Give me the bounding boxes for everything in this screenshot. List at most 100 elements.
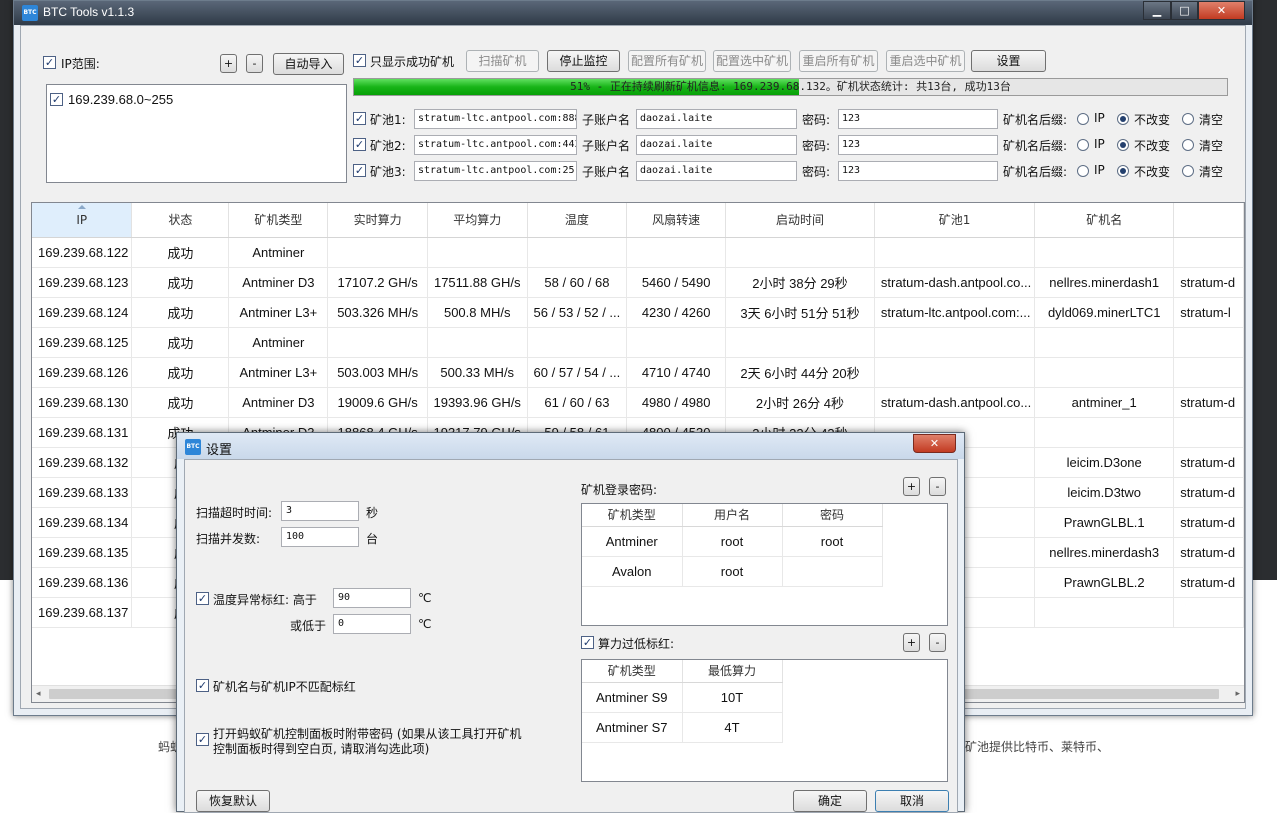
- login-table-header-0[interactable]: 矿机类型: [582, 504, 683, 527]
- pool-1-url-input[interactable]: stratum-ltc.antpool.com:8888: [414, 109, 577, 129]
- hashrate-table-cell[interactable]: 4T: [682, 712, 783, 743]
- hashrate-table-header-0[interactable]: 矿机类型: [582, 660, 683, 683]
- open-panel-password-checkbox[interactable]: ✓: [196, 733, 209, 746]
- login-table-row[interactable]: Antminer root root: [582, 526, 883, 557]
- hashrate-table-cell[interactable]: Antminer S9: [582, 682, 683, 713]
- config-selected-button[interactable]: 配置选中矿机: [713, 50, 791, 72]
- settings-close-button[interactable]: ✕: [913, 434, 956, 453]
- column-header-8[interactable]: 矿池1: [874, 203, 1036, 238]
- column-header-9[interactable]: 矿机名: [1034, 203, 1175, 238]
- column-header-1[interactable]: 状态: [131, 203, 230, 238]
- pool-2-url-input[interactable]: stratum-ltc.antpool.com:443: [414, 135, 577, 155]
- pool-1-subaccount-input[interactable]: daozai.laite: [636, 109, 797, 129]
- table-row[interactable]: 169.239.68.125 成功 Antminer: [32, 327, 1244, 358]
- hashrate-table-row[interactable]: Antminer S9 10T: [582, 682, 783, 713]
- ip-range-entry-checkbox[interactable]: ✓: [50, 93, 63, 106]
- pool-3-suffix-radio-1[interactable]: [1117, 165, 1129, 177]
- column-header-10[interactable]: [1173, 203, 1244, 238]
- ip-range-checkbox[interactable]: ✓: [43, 56, 56, 69]
- table-row[interactable]: 169.239.68.130 成功 Antminer D3 19009.6 GH/s 1…: [32, 387, 1244, 418]
- pool-3-password-input[interactable]: 123: [838, 161, 998, 181]
- settings-title-bar[interactable]: BTC 设置 ✕: [177, 433, 964, 459]
- pool-3-suffix-radio-0[interactable]: [1077, 165, 1089, 177]
- column-header-5[interactable]: 温度: [527, 203, 628, 238]
- pool-2-suffix-radio-2[interactable]: [1182, 139, 1194, 151]
- ip-range-add-button[interactable]: +: [220, 54, 237, 73]
- maximize-button[interactable]: □: [1171, 1, 1198, 20]
- scroll-right-icon[interactable]: ▸: [1235, 689, 1240, 699]
- pool-3-url-input[interactable]: stratum-ltc.antpool.com:25: [414, 161, 577, 181]
- pool-1-suffix-radio-2[interactable]: [1182, 113, 1194, 125]
- settings-button[interactable]: 设置: [971, 50, 1046, 72]
- column-header-0[interactable]: IP: [32, 203, 133, 238]
- hashrate-add-button[interactable]: +: [903, 633, 920, 652]
- ip-range-remove-button[interactable]: -: [246, 54, 263, 73]
- ip-range-list[interactable]: ✓ 169.239.68.0~255: [46, 84, 347, 183]
- low-hashrate-table[interactable]: 矿机类型 最低算力 Antminer S9 10T Antminer S7 4T: [581, 659, 948, 782]
- login-password-table[interactable]: 矿机类型 用户名 密码 Antminer root root Avalon root: [581, 503, 948, 626]
- restart-selected-button[interactable]: 重启选中矿机: [886, 50, 965, 72]
- title-bar[interactable]: BTC BTC Tools v1.1.3 ▁ □ ✕: [14, 1, 1252, 25]
- pool-2-password-input[interactable]: 123: [838, 135, 998, 155]
- config-all-button[interactable]: 配置所有矿机: [628, 50, 706, 72]
- login-table-cell[interactable]: root: [682, 556, 783, 587]
- pool-2-suffix-radio-1[interactable]: [1117, 139, 1129, 151]
- pool-2-suffix-radio-0[interactable]: [1077, 139, 1089, 151]
- login-table-row[interactable]: Avalon root: [582, 556, 883, 587]
- scroll-left-icon[interactable]: ◂: [36, 689, 41, 699]
- minimize-button[interactable]: ▁: [1143, 1, 1171, 20]
- stop-monitor-button[interactable]: 停止监控: [547, 50, 620, 72]
- only-success-checkbox[interactable]: ✓: [353, 54, 366, 67]
- table-cell: 169.239.68.137: [32, 597, 133, 628]
- restart-all-button[interactable]: 重启所有矿机: [799, 50, 878, 72]
- table-row[interactable]: 169.239.68.122 成功 Antminer: [32, 237, 1244, 268]
- pool-1-password-input[interactable]: 123: [838, 109, 998, 129]
- pool-3-suffix-radio-2[interactable]: [1182, 165, 1194, 177]
- table-row[interactable]: 169.239.68.126 成功 Antminer L3+ 503.003 MH/s…: [32, 357, 1244, 388]
- login-table-cell[interactable]: root: [682, 526, 783, 557]
- ok-button[interactable]: 确定: [793, 790, 867, 812]
- login-table-cell[interactable]: Avalon: [582, 556, 683, 587]
- temp-alert-checkbox[interactable]: ✓: [196, 592, 209, 605]
- cancel-button[interactable]: 取消: [875, 790, 949, 812]
- hashrate-table-cell[interactable]: Antminer S7: [582, 712, 683, 743]
- column-header-2[interactable]: 矿机类型: [228, 203, 329, 238]
- login-add-button[interactable]: +: [903, 477, 920, 496]
- pool-1-suffix-radio-1[interactable]: [1117, 113, 1129, 125]
- hashrate-table-cell[interactable]: 10T: [682, 682, 783, 713]
- hashrate-table-row[interactable]: Antminer S7 4T: [582, 712, 783, 743]
- login-remove-button[interactable]: -: [929, 477, 946, 496]
- auto-import-button[interactable]: 自动导入: [273, 53, 344, 75]
- pool-1-suffix-radio-0[interactable]: [1077, 113, 1089, 125]
- login-table-cell[interactable]: [782, 556, 883, 587]
- login-table-header-2[interactable]: 密码: [782, 504, 883, 527]
- temp-high-input[interactable]: 90: [333, 588, 411, 608]
- login-table-cell[interactable]: root: [782, 526, 883, 557]
- scan-miners-button[interactable]: 扫描矿机: [466, 50, 539, 72]
- hashrate-remove-button[interactable]: -: [929, 633, 946, 652]
- low-hashrate-checkbox[interactable]: ✓: [581, 636, 594, 649]
- table-row[interactable]: 169.239.68.123 成功 Antminer D3 17107.2 GH/s 1…: [32, 267, 1244, 298]
- pool-2-checkbox[interactable]: ✓: [353, 138, 366, 151]
- column-header-4[interactable]: 平均算力: [427, 203, 528, 238]
- login-table-header-1[interactable]: 用户名: [682, 504, 783, 527]
- column-header-7[interactable]: 启动时间: [725, 203, 875, 238]
- close-button[interactable]: ✕: [1198, 1, 1245, 20]
- column-header-6[interactable]: 风扇转速: [626, 203, 727, 238]
- ip-range-entry[interactable]: 169.239.68.0~255: [68, 92, 173, 107]
- table-cell: 169.239.68.136: [32, 567, 133, 598]
- scan-timeout-input[interactable]: 3: [281, 501, 359, 521]
- table-row[interactable]: 169.239.68.124 成功 Antminer L3+ 503.326 MH/s…: [32, 297, 1244, 328]
- login-table-cell[interactable]: Antminer: [582, 526, 683, 557]
- pool-1-checkbox[interactable]: ✓: [353, 112, 366, 125]
- scan-concurrency-input[interactable]: 100: [281, 527, 359, 547]
- column-header-3[interactable]: 实时算力: [327, 203, 428, 238]
- hashrate-table-header-1[interactable]: 最低算力: [682, 660, 783, 683]
- pool-3-subaccount-input[interactable]: daozai.laite: [636, 161, 797, 181]
- pool-2-subaccount-input[interactable]: daozai.laite: [636, 135, 797, 155]
- temp-low-input[interactable]: 0: [333, 614, 411, 634]
- pool-3-checkbox[interactable]: ✓: [353, 164, 366, 177]
- table-cell: 成功: [131, 357, 230, 388]
- restore-default-button[interactable]: 恢复默认: [196, 790, 270, 812]
- name-ip-mismatch-checkbox[interactable]: ✓: [196, 679, 209, 692]
